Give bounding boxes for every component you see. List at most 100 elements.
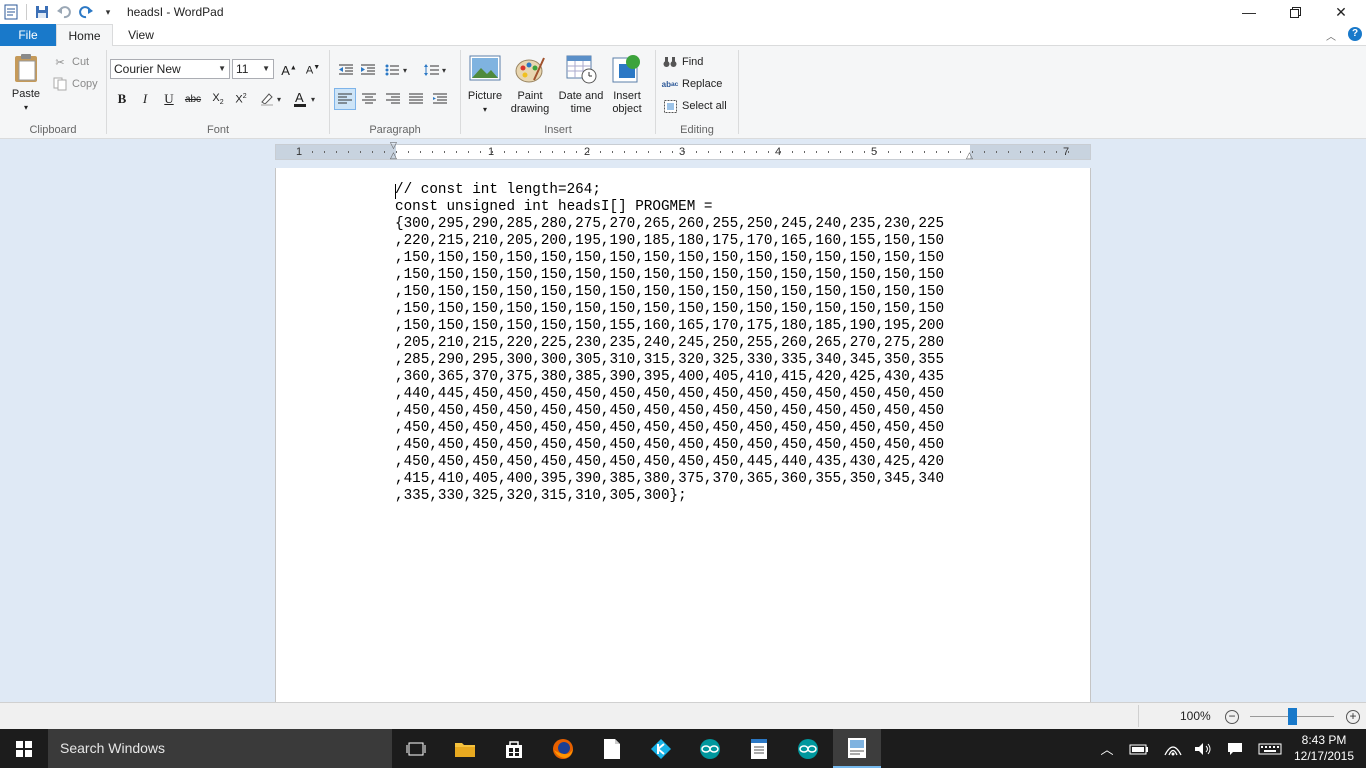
chevron-up-icon: ︿ [1100, 742, 1114, 757]
paste-button[interactable]: Paste ▾ [6, 52, 46, 114]
underline-button[interactable]: U [159, 89, 179, 109]
ruler-tick [528, 151, 529, 153]
document-taskbar-button[interactable] [588, 729, 636, 768]
arduino-taskbar-button-2[interactable] [784, 729, 832, 768]
superscript-button[interactable]: X2 [231, 89, 251, 109]
system-clock[interactable]: 8:43 PM 12/17/2015 [1290, 732, 1358, 764]
file-explorer-taskbar-button[interactable] [441, 729, 489, 768]
ruler-tick [696, 151, 697, 153]
window-title: headsI - WordPad [127, 5, 224, 19]
paint-drawing-button[interactable]: Paint drawing [507, 54, 553, 116]
bold-button[interactable]: B [112, 89, 132, 109]
svg-text:A: A [295, 91, 304, 105]
save-icon[interactable] [31, 1, 53, 23]
ruler-tick [948, 151, 949, 153]
ruler-tick [960, 151, 961, 153]
ruler[interactable]: 1 1 2 3 4 5 7 ▽ △ △ [275, 140, 1091, 161]
ruler-number: 1 [296, 146, 303, 158]
align-left-button[interactable] [334, 88, 356, 110]
zoom-slider-thumb[interactable] [1288, 708, 1297, 725]
volume-icon[interactable] [1192, 729, 1214, 768]
tab-home[interactable]: Home [56, 24, 113, 47]
arduino-taskbar-button[interactable] [686, 729, 734, 768]
align-center-button[interactable] [359, 89, 379, 109]
shrink-font-button[interactable]: A▼ [303, 60, 323, 80]
date-time-button[interactable]: Date and time [555, 54, 607, 116]
customize-quick-access-icon[interactable]: ▾ [97, 1, 119, 23]
ruler-tick [444, 151, 445, 153]
paint-drawing-label-2: drawing [510, 103, 550, 115]
undo-icon[interactable] [53, 1, 75, 23]
left-indent-marker[interactable]: △ [390, 150, 397, 161]
wordpad-taskbar-button[interactable] [833, 729, 881, 768]
picture-label: Picture [467, 90, 503, 102]
paragraph-group: ▾ ▾ Paragraph [330, 46, 460, 139]
document-text[interactable]: // const int length=264; const unsigned … [395, 182, 944, 505]
paste-label: Paste [11, 88, 41, 100]
highlight-color-button[interactable]: ▾ [257, 89, 287, 109]
paint-drawing-label-1: Paint [517, 90, 543, 102]
font-color-button[interactable]: A ▾ [291, 89, 321, 109]
subscript-button[interactable]: X2 [208, 89, 228, 109]
increase-indent-button[interactable] [358, 60, 378, 80]
action-center-icon[interactable] [1224, 729, 1246, 768]
font-size-value: 11 [236, 62, 249, 76]
replace-button[interactable]: ab ac Replace [662, 76, 723, 92]
tab-file[interactable]: File [0, 24, 56, 46]
zoom-out-button[interactable]: − [1225, 710, 1239, 724]
ruler-tick [372, 151, 373, 153]
restore-button[interactable] [1272, 0, 1318, 24]
strikethrough-button[interactable]: abc [183, 89, 203, 109]
font-group: Courier New ▼ 11 ▼ A▲ A▼ B I U abc X2 X2… [107, 46, 329, 139]
ruler-right-margin [970, 145, 1090, 159]
align-right-icon [386, 93, 400, 104]
decrease-indent-button[interactable] [336, 60, 356, 80]
ruler-tick [552, 151, 553, 153]
status-bar: 100% − + [0, 702, 1366, 729]
battery-icon[interactable] [1128, 729, 1150, 768]
redo-icon[interactable] [75, 1, 97, 23]
grow-font-button[interactable]: A▲ [279, 60, 299, 80]
zoom-in-button[interactable]: + [1346, 710, 1360, 724]
search-box[interactable]: Search Windows [48, 729, 392, 768]
italic-button[interactable]: I [135, 89, 155, 109]
svg-text:▾: ▾ [403, 66, 407, 75]
keyboard-icon[interactable] [1256, 729, 1284, 768]
bullets-button[interactable]: ▾ [384, 60, 412, 80]
show-hidden-icons-button[interactable]: ︿ [1098, 729, 1116, 768]
store-taskbar-button[interactable] [490, 729, 538, 768]
kodi-taskbar-button[interactable] [637, 729, 685, 768]
close-button[interactable]: ✕ [1318, 0, 1364, 24]
task-view-button[interactable] [392, 729, 440, 768]
right-indent-marker[interactable]: △ [966, 150, 973, 161]
ruler-tick [660, 151, 661, 153]
notepad-taskbar-button[interactable] [735, 729, 783, 768]
insert-object-button[interactable]: Insert object [607, 54, 647, 116]
editing-group: Find ab ac Replace Select all Editing [656, 46, 738, 139]
start-button[interactable] [0, 729, 48, 768]
ruler-tick [504, 151, 505, 153]
minimize-button[interactable]: — [1226, 0, 1272, 24]
bold-icon: B [117, 91, 127, 106]
chevron-down-icon: ▼ [218, 64, 226, 73]
find-button[interactable]: Find [662, 54, 703, 70]
select-all-button[interactable]: Select all [662, 98, 727, 114]
firefox-taskbar-button[interactable] [539, 729, 587, 768]
copy-button[interactable]: Copy [52, 76, 98, 92]
minimize-ribbon-icon[interactable]: ︿ [1326, 28, 1336, 43]
date-time-label-2: time [570, 103, 592, 115]
paragraph-settings-button[interactable] [430, 89, 450, 109]
cut-button[interactable]: ✂ Cut [52, 54, 89, 70]
justify-button[interactable] [406, 89, 426, 109]
wordpad-app-icon[interactable] [0, 1, 22, 23]
picture-button[interactable]: Picture ▾ [465, 54, 505, 116]
line-spacing-button[interactable]: ▾ [422, 60, 450, 80]
help-icon[interactable]: ? [1348, 27, 1362, 41]
align-right-button[interactable] [383, 89, 403, 109]
document-page[interactable]: // const int length=264; const unsigned … [275, 168, 1091, 702]
font-family-select[interactable]: Courier New ▼ [110, 59, 230, 79]
wifi-icon[interactable] [1162, 729, 1184, 768]
font-size-select[interactable]: 11 ▼ [232, 59, 274, 79]
scissors-icon: ✂ [55, 56, 65, 69]
tab-view[interactable]: View [113, 24, 169, 46]
